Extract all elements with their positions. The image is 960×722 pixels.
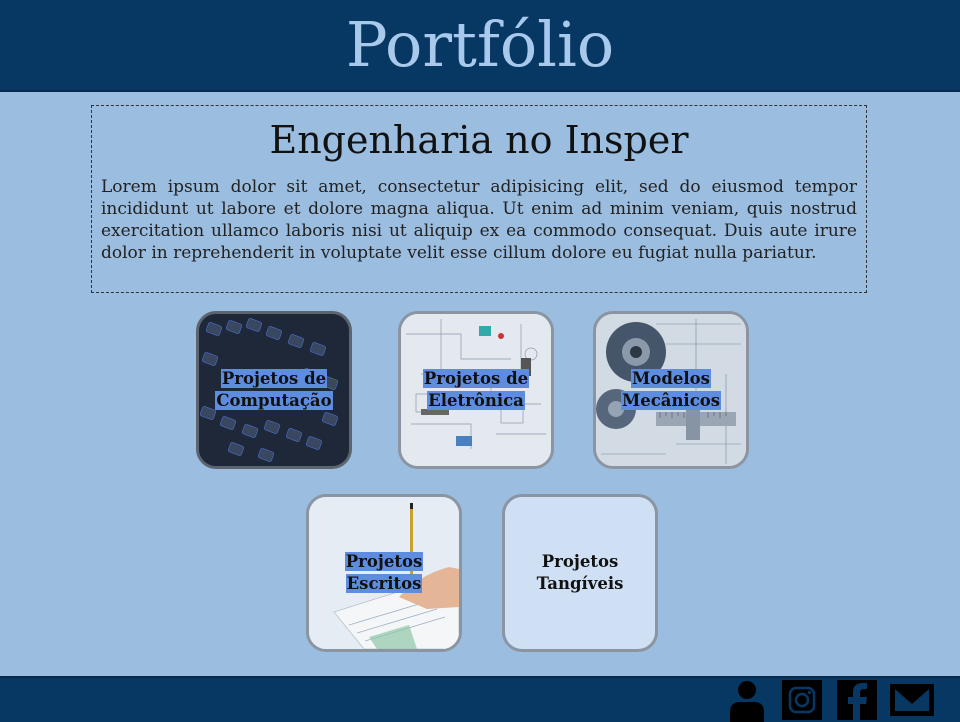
intro-heading: Engenharia no Insper xyxy=(269,118,689,162)
card-label: Projetos de Eletrônica xyxy=(422,369,530,410)
card-mecanicos[interactable]: Modelos Mecânicos xyxy=(593,311,749,469)
header: Portfólio xyxy=(0,0,960,92)
card-computacao[interactable]: Projetos de Computação xyxy=(196,311,352,469)
facebook-icon[interactable] xyxy=(836,678,878,722)
card-label: Projetos Tangíveis xyxy=(536,552,624,593)
intro-text: Lorem ipsum dolor sit amet, consectetur … xyxy=(101,177,857,263)
intro-box: Engenharia no Insper Lorem ipsum dolor s… xyxy=(91,105,867,293)
card-escritos[interactable]: Projetos Escritos xyxy=(306,494,462,652)
instagram-icon[interactable] xyxy=(780,678,824,722)
mail-icon[interactable] xyxy=(888,678,936,722)
page-title: Portfólio xyxy=(345,8,615,81)
card-eletronica[interactable]: Projetos de Eletrônica xyxy=(398,311,554,469)
card-tangiveis[interactable]: Projetos Tangíveis xyxy=(502,494,658,652)
card-label: Projetos de Computação xyxy=(215,369,333,410)
card-label: Projetos Escritos xyxy=(344,552,424,593)
person-icon[interactable] xyxy=(726,678,768,722)
footer xyxy=(0,676,960,722)
card-label: Modelos Mecânicos xyxy=(620,369,722,410)
